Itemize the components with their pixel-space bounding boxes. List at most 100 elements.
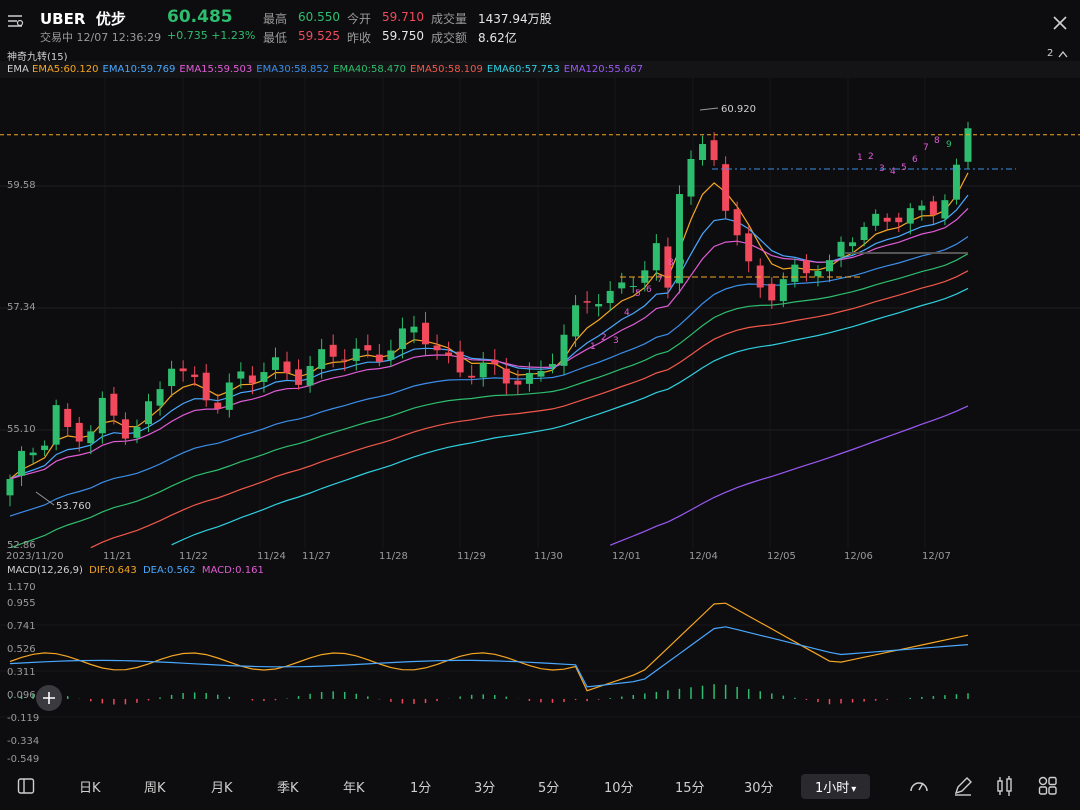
- td-count-label: 1: [590, 342, 596, 352]
- date-label: 11/27: [302, 551, 331, 562]
- candle-body: [791, 264, 799, 282]
- candlestick-chart[interactable]: 60.92053.76012 345 678 91 23 4 5678 9: [0, 78, 1080, 548]
- candle-body: [652, 243, 660, 271]
- gauge-icon[interactable]: [908, 775, 930, 797]
- high-label: 最高: [263, 12, 288, 26]
- td-count-label: 7: [923, 143, 929, 153]
- period-5min[interactable]: 5分: [538, 777, 559, 796]
- candle-body: [387, 350, 395, 360]
- date-label: 11/30: [534, 551, 563, 562]
- ema-line: [9, 207, 969, 480]
- macd-axis-label: -0.334: [7, 736, 40, 747]
- candle-body: [87, 431, 95, 444]
- plus-icon: [43, 692, 55, 704]
- td-count-label: 2: [601, 333, 607, 343]
- period-year[interactable]: 年K: [343, 777, 365, 796]
- candle-body: [918, 205, 926, 211]
- candle-body: [733, 209, 741, 236]
- candle-body: [468, 375, 476, 378]
- candle-body: [18, 450, 26, 476]
- ema-line: [9, 253, 969, 548]
- td-count-label: 9: [946, 140, 952, 150]
- period-3min[interactable]: 3分: [474, 777, 495, 796]
- candle-body: [872, 213, 880, 226]
- candle-body: [156, 389, 164, 406]
- candle-body: [699, 144, 707, 160]
- candle-body: [606, 290, 614, 304]
- macd-axis-label: 0.741: [7, 621, 36, 632]
- td-count-label: 1: [857, 153, 863, 163]
- candle-body: [225, 382, 233, 410]
- macd-value: MACD:0.161: [201, 565, 264, 576]
- candle-body: [675, 194, 683, 284]
- td-count-label: 3: [613, 336, 619, 346]
- period-30min[interactable]: 30分: [744, 777, 774, 796]
- last-price: 60.485: [167, 7, 233, 27]
- td-count-label: 2: [868, 152, 874, 162]
- td-count-label: 8: [668, 258, 674, 268]
- ema-line: [609, 405, 969, 546]
- date-label: 12/06: [844, 551, 873, 562]
- td-count-label: 5: [901, 163, 907, 173]
- ema-item: EMA30:58.852: [256, 64, 330, 75]
- candle-body: [572, 305, 580, 337]
- macd-axis-label: 0.096: [7, 690, 36, 701]
- period-week[interactable]: 周K: [144, 777, 166, 796]
- period-15min[interactable]: 15分: [675, 777, 705, 796]
- candle-body: [883, 217, 891, 222]
- candle-body: [433, 345, 441, 351]
- period-1hour-dropdown[interactable]: 1小时 ▾: [801, 774, 871, 799]
- ema-line: [171, 287, 969, 546]
- low-label: 最低: [263, 31, 288, 45]
- candle-body: [860, 226, 868, 241]
- td-count-label: 6: [646, 285, 652, 295]
- indicator-bar[interactable]: 神奇九转(15) 2: [0, 46, 1080, 63]
- chevron-down-icon: ▾: [851, 784, 857, 795]
- candle-body: [825, 260, 833, 272]
- candlestick-style-icon[interactable]: [994, 775, 1016, 797]
- candle-body: [271, 357, 279, 370]
- draw-pen-icon[interactable]: [952, 775, 974, 797]
- price-axis-label: 52.86: [7, 540, 36, 551]
- low-value: 59.525: [298, 29, 340, 43]
- candle-body: [964, 128, 972, 162]
- candle-body: [548, 363, 556, 367]
- menu-icon[interactable]: [6, 12, 24, 30]
- period-day[interactable]: 日K: [79, 777, 101, 796]
- candle-body: [929, 201, 937, 215]
- candle-body: [168, 368, 176, 387]
- ema-line: [9, 236, 969, 517]
- candle-body: [52, 405, 60, 445]
- price-change: +0.735 +1.23%: [167, 29, 256, 42]
- candle-body: [445, 352, 453, 356]
- period-month[interactable]: 月K: [211, 777, 233, 796]
- ema-label: EMA: [7, 64, 29, 75]
- period-10min[interactable]: 10分: [604, 777, 634, 796]
- candle-body: [110, 393, 118, 416]
- close-icon[interactable]: [1050, 13, 1070, 33]
- macd-chart[interactable]: [0, 578, 1080, 768]
- td-count-label: 6: [912, 155, 918, 165]
- td-count-label: 5: [635, 289, 641, 299]
- max-pointer: [699, 107, 719, 111]
- period-1min[interactable]: 1分: [410, 777, 431, 796]
- date-label: 11/22: [179, 551, 208, 562]
- td-count-label: 9: [679, 258, 685, 268]
- candle-body: [202, 372, 210, 401]
- candle-body: [75, 422, 83, 442]
- candle-body: [64, 408, 72, 428]
- candle-body: [745, 233, 753, 262]
- candle-body: [191, 374, 199, 377]
- candle-body: [502, 368, 510, 384]
- date-label: 2023/11/20: [6, 551, 64, 562]
- date-label: 12/04: [689, 551, 718, 562]
- candle-body: [514, 380, 522, 385]
- grid-icon[interactable]: [1037, 775, 1059, 797]
- add-indicator-button[interactable]: [36, 685, 62, 711]
- sidebar-toggle-icon[interactable]: [16, 776, 36, 796]
- macd-legend: MACD(12,26,9) DIF:0.643 DEA:0.562 MACD:0…: [7, 565, 264, 576]
- candle-body: [318, 349, 326, 369]
- volume-value: 1437.94万股: [478, 12, 552, 26]
- period-quarter[interactable]: 季K: [277, 777, 299, 796]
- candle-body: [121, 419, 129, 439]
